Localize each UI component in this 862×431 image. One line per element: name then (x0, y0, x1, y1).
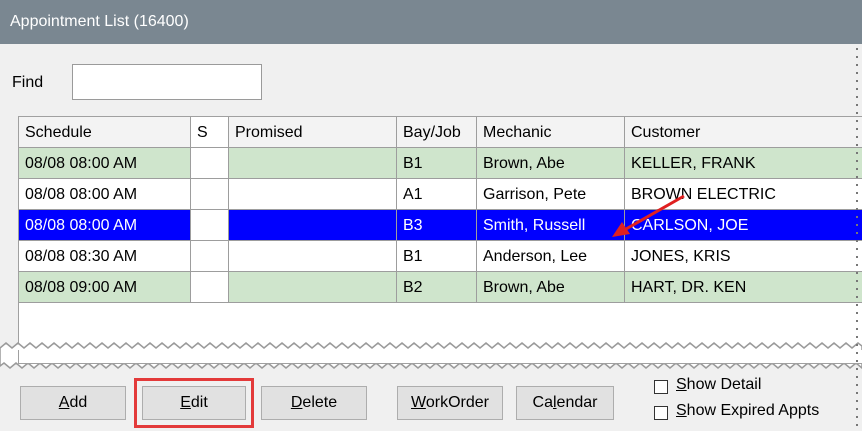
show-detail-label[interactable]: Show Detail (676, 376, 761, 394)
edit-label-rest: dit (190, 394, 208, 411)
cell-mechanic: Smith, Russell (477, 210, 625, 241)
cell-bay-job: A1 (397, 179, 477, 210)
show-detail-rest: how Detail (686, 376, 762, 393)
cell-s (191, 148, 229, 179)
workorder-button[interactable]: WorkOrder (397, 386, 503, 420)
cell-customer: HART, DR. KEN (625, 272, 862, 303)
delete-button[interactable]: Delete (261, 386, 367, 420)
calendar-label-pre: Ca (532, 394, 553, 411)
grid-header: Schedule S Promised Bay/Job Mechanic Cus… (19, 117, 862, 148)
cell-s (191, 179, 229, 210)
cell-s (191, 272, 229, 303)
column-header-s[interactable]: S (191, 117, 229, 148)
table-row[interactable]: 08/08 08:00 AM A1 Garrison, Pete BROWN E… (19, 179, 862, 210)
window-resize-edge (856, 48, 858, 427)
cell-schedule: 08/08 08:30 AM (19, 241, 191, 272)
column-header-bay-job[interactable]: Bay/Job (397, 117, 477, 148)
cell-s (191, 241, 229, 272)
table-row-selected[interactable]: 08/08 08:00 AM B3 Smith, Russell CARLSON… (19, 210, 862, 241)
appointment-grid: Schedule S Promised Bay/Job Mechanic Cus… (18, 116, 862, 356)
delete-label-rest: elete (302, 394, 338, 411)
table-row[interactable]: 08/08 08:00 AM B1 Brown, Abe KELLER, FRA… (19, 148, 862, 179)
workorder-label-rest: orkOrder (425, 394, 489, 411)
cell-customer: JONES, KRIS (625, 241, 862, 272)
table-row[interactable]: 08/08 09:00 AM B2 Brown, Abe HART, DR. K… (19, 272, 862, 303)
calendar-button[interactable]: Calendar (516, 386, 614, 420)
grid-lower-edge (18, 350, 862, 364)
show-detail-checkbox[interactable] (654, 380, 668, 394)
cell-bay-job: B2 (397, 272, 477, 303)
cell-schedule: 08/08 08:00 AM (19, 179, 191, 210)
add-accel: A (58, 394, 70, 411)
workorder-accel: W (411, 394, 426, 411)
add-label-rest: dd (69, 394, 88, 411)
cell-promised (229, 210, 397, 241)
cell-bay-job: B1 (397, 148, 477, 179)
find-label: Find (12, 74, 44, 91)
find-input[interactable] (72, 64, 262, 100)
cell-promised (229, 179, 397, 210)
cell-schedule: 08/08 08:00 AM (19, 148, 191, 179)
show-expired-accel: S (676, 402, 687, 419)
calendar-label-rest: endar (556, 394, 598, 411)
window-title: Appointment List (16400) (0, 0, 862, 44)
column-header-mechanic[interactable]: Mechanic (477, 117, 625, 148)
cell-mechanic: Garrison, Pete (477, 179, 625, 210)
cell-s (191, 210, 229, 241)
cell-customer: KELLER, FRANK (625, 148, 862, 179)
cell-customer: CARLSON, JOE (625, 210, 862, 241)
cell-promised (229, 272, 397, 303)
cell-bay-job: B1 (397, 241, 477, 272)
cell-schedule: 08/08 09:00 AM (19, 272, 191, 303)
show-expired-rest: how Expired Appts (686, 402, 820, 419)
show-expired-label[interactable]: Show Expired Appts (676, 402, 819, 420)
cell-customer: BROWN ELECTRIC (625, 179, 862, 210)
cell-schedule: 08/08 08:00 AM (19, 210, 191, 241)
add-button[interactable]: Add (20, 386, 126, 420)
edit-button[interactable]: Edit (142, 386, 246, 420)
column-header-schedule[interactable]: Schedule (19, 117, 191, 148)
column-header-customer[interactable]: Customer (625, 117, 862, 148)
show-expired-checkbox[interactable] (654, 406, 668, 420)
cell-mechanic: Anderson, Lee (477, 241, 625, 272)
edit-accel: E (180, 394, 191, 411)
show-detail-accel: S (676, 376, 687, 393)
cell-promised (229, 241, 397, 272)
cell-promised (229, 148, 397, 179)
column-header-promised[interactable]: Promised (229, 117, 397, 148)
table-row[interactable]: 08/08 08:30 AM B1 Anderson, Lee JONES, K… (19, 241, 862, 272)
cell-mechanic: Brown, Abe (477, 148, 625, 179)
cell-mechanic: Brown, Abe (477, 272, 625, 303)
cell-bay-job: B3 (397, 210, 477, 241)
delete-accel: D (290, 394, 303, 411)
appointment-list-window: Appointment List (16400) Find Schedule S… (0, 0, 862, 431)
